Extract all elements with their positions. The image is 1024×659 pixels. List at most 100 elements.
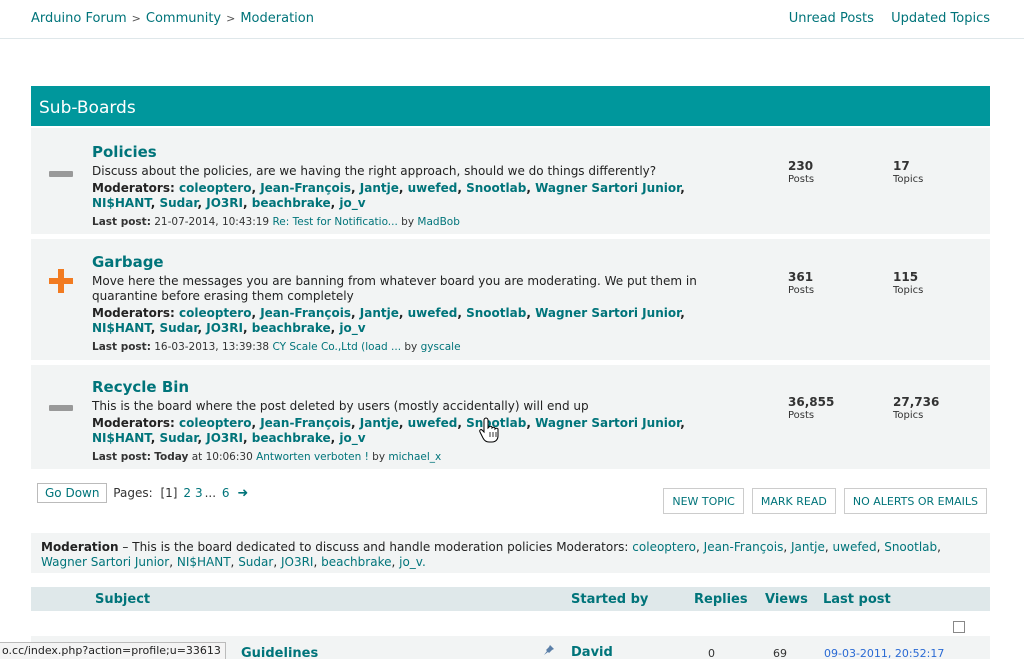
topic-replies: 0	[708, 647, 715, 659]
moderator-link[interactable]: JO3RI	[281, 555, 314, 569]
updated-topics-link[interactable]: Updated Topics	[891, 11, 990, 26]
moderator-link[interactable]: NI$HANT	[92, 431, 151, 445]
page-link-3[interactable]: 3	[195, 486, 203, 500]
moderator-link[interactable]: JO3RI	[206, 196, 243, 210]
select-all-checkbox[interactable]	[953, 621, 965, 633]
moderator-link[interactable]: beachbrake	[252, 431, 331, 445]
moderator-link[interactable]: jo_v	[339, 431, 365, 445]
page-link-6[interactable]: 6	[222, 486, 230, 500]
moderators-label: Moderators:	[92, 181, 175, 195]
moderator-link[interactable]: NI$HANT	[92, 196, 151, 210]
moderator-link[interactable]: Wagner Sartori Junior	[535, 181, 680, 195]
breadcrumb-separator: >	[131, 12, 141, 25]
moderator-link[interactable]: jo_v	[339, 196, 365, 210]
moderator-list: coleoptero, Jean-François, Jantje, uwefe…	[92, 416, 685, 445]
board-body: Recycle Bin This is the board where the …	[92, 378, 712, 463]
moderator-link[interactable]: uwefed	[408, 416, 458, 430]
posts-label: Posts	[788, 410, 815, 421]
board-last-post: Last post: 21-07-2014, 10:43:19 Re: Test…	[92, 216, 712, 228]
topic-title-link[interactable]: Guidelines	[241, 646, 318, 659]
topic-last-post-link[interactable]: 09-03-2011, 20:52:17	[824, 647, 944, 659]
topics-value: 115	[893, 270, 919, 284]
moderator-link[interactable]: Sudar	[159, 196, 197, 210]
moderator-link[interactable]: NI$HANT	[177, 555, 231, 569]
board-title-link[interactable]: Policies	[92, 143, 712, 161]
moderators-label: Moderators:	[92, 416, 175, 430]
moderator-link[interactable]: beachbrake	[321, 555, 391, 569]
moderator-link[interactable]: Jean-François	[704, 540, 784, 554]
board-title-link[interactable]: Garbage	[92, 253, 712, 271]
last-post-user[interactable]: MadBob	[417, 216, 459, 228]
breadcrumb: Arduino Forum > Community > Moderation	[31, 11, 314, 26]
col-replies[interactable]: Replies	[694, 592, 748, 607]
board-title-link[interactable]: Recycle Bin	[92, 378, 712, 396]
moderator-link[interactable]: Jean-François	[260, 306, 351, 320]
moderator-link[interactable]: Jean-François	[260, 416, 351, 430]
moderator-link[interactable]: Wagner Sartori Junior	[535, 306, 680, 320]
no-new-posts-icon[interactable]	[49, 171, 73, 177]
moderator-link[interactable]: beachbrake	[252, 196, 331, 210]
moderator-link[interactable]: JO3RI	[206, 431, 243, 445]
board-body: Garbage Move here the messages you are b…	[92, 253, 712, 353]
moderator-link[interactable]: Sudar	[159, 431, 197, 445]
moderator-link[interactable]: uwefed	[408, 306, 458, 320]
moderator-link[interactable]: Snootlab	[466, 306, 526, 320]
moderator-link[interactable]: Jean-François	[260, 181, 351, 195]
moderator-link[interactable]: beachbrake	[252, 321, 331, 335]
board-description: Discuss about the policies, are we havin…	[92, 164, 657, 178]
last-post-link[interactable]: Re: Test for Notificatio...	[272, 216, 397, 228]
browser-status-bar: o.cc/index.php?action=profile;u=33613	[0, 642, 226, 659]
moderator-link[interactable]: Wagner Sartori Junior	[41, 555, 169, 569]
moderator-link[interactable]: JO3RI	[206, 321, 243, 335]
next-page-arrow-icon[interactable]: ➜	[237, 486, 248, 501]
moderator-link[interactable]: coleoptero	[179, 416, 251, 430]
last-post-label: Last post:	[92, 451, 151, 463]
moderator-link[interactable]: Jantje	[360, 416, 399, 430]
breadcrumb-moderation[interactable]: Moderation	[240, 11, 314, 26]
no-alerts-button[interactable]: NO ALERTS OR EMAILS	[843, 488, 987, 514]
moderator-link[interactable]: uwefed	[408, 181, 458, 195]
board-posts-count: 230 Posts	[788, 159, 814, 187]
moderators-label: Moderators:	[92, 306, 175, 320]
last-post-user[interactable]: gyscale	[421, 341, 461, 353]
posts-value: 36,855	[788, 395, 835, 409]
no-new-posts-icon[interactable]	[49, 405, 73, 411]
last-post-link[interactable]: CY Scale Co.,Ltd (load ...	[272, 341, 401, 353]
moderator-link[interactable]: coleoptero	[632, 540, 696, 554]
moderator-link[interactable]: Jantje	[791, 540, 825, 554]
topic-table-header: Subject Started by Replies Views Last po…	[31, 587, 990, 611]
unread-posts-link[interactable]: Unread Posts	[789, 11, 874, 26]
breadcrumb-arduino-forum[interactable]: Arduino Forum	[31, 11, 127, 26]
moderator-link[interactable]: coleoptero	[179, 306, 251, 320]
col-subject[interactable]: Subject	[95, 592, 150, 607]
current-page: [1]	[160, 486, 178, 500]
moderator-link[interactable]: coleoptero	[179, 181, 251, 195]
last-post-user[interactable]: michael_x	[388, 451, 441, 463]
moderator-link[interactable]: Jantje	[360, 306, 399, 320]
moderator-link[interactable]: Jantje	[360, 181, 399, 195]
col-started-by[interactable]: Started by	[571, 592, 648, 607]
board-name: Moderation	[41, 540, 119, 554]
moderator-link[interactable]: jo_v	[339, 321, 365, 335]
topics-label: Topics	[893, 410, 924, 421]
col-last-post[interactable]: Last post	[823, 592, 891, 607]
moderator-link[interactable]: NI$HANT	[92, 321, 151, 335]
moderator-link[interactable]: Sudar	[159, 321, 197, 335]
moderator-link[interactable]: jo_v.	[399, 555, 426, 569]
page-link-2[interactable]: 2	[183, 486, 191, 500]
posts-label: Posts	[788, 174, 815, 185]
moderator-link[interactable]: Snootlab	[466, 181, 526, 195]
go-down-button[interactable]: Go Down	[37, 483, 108, 503]
moderator-link[interactable]: uwefed	[833, 540, 877, 554]
last-post-link[interactable]: Antworten verboten !	[256, 451, 369, 463]
moderator-link[interactable]: Wagner Sartori Junior	[535, 416, 680, 430]
new-posts-plus-icon[interactable]	[49, 269, 73, 293]
topic-starter-link[interactable]: David	[571, 645, 613, 659]
topic-views: 69	[773, 647, 787, 659]
breadcrumb-community[interactable]: Community	[146, 11, 221, 26]
moderator-link[interactable]: Sudar	[238, 555, 273, 569]
col-views[interactable]: Views	[765, 592, 808, 607]
mark-read-button[interactable]: MARK READ	[751, 488, 836, 514]
moderator-link[interactable]: Snootlab	[884, 540, 937, 554]
new-topic-button[interactable]: NEW TOPIC	[663, 488, 744, 514]
